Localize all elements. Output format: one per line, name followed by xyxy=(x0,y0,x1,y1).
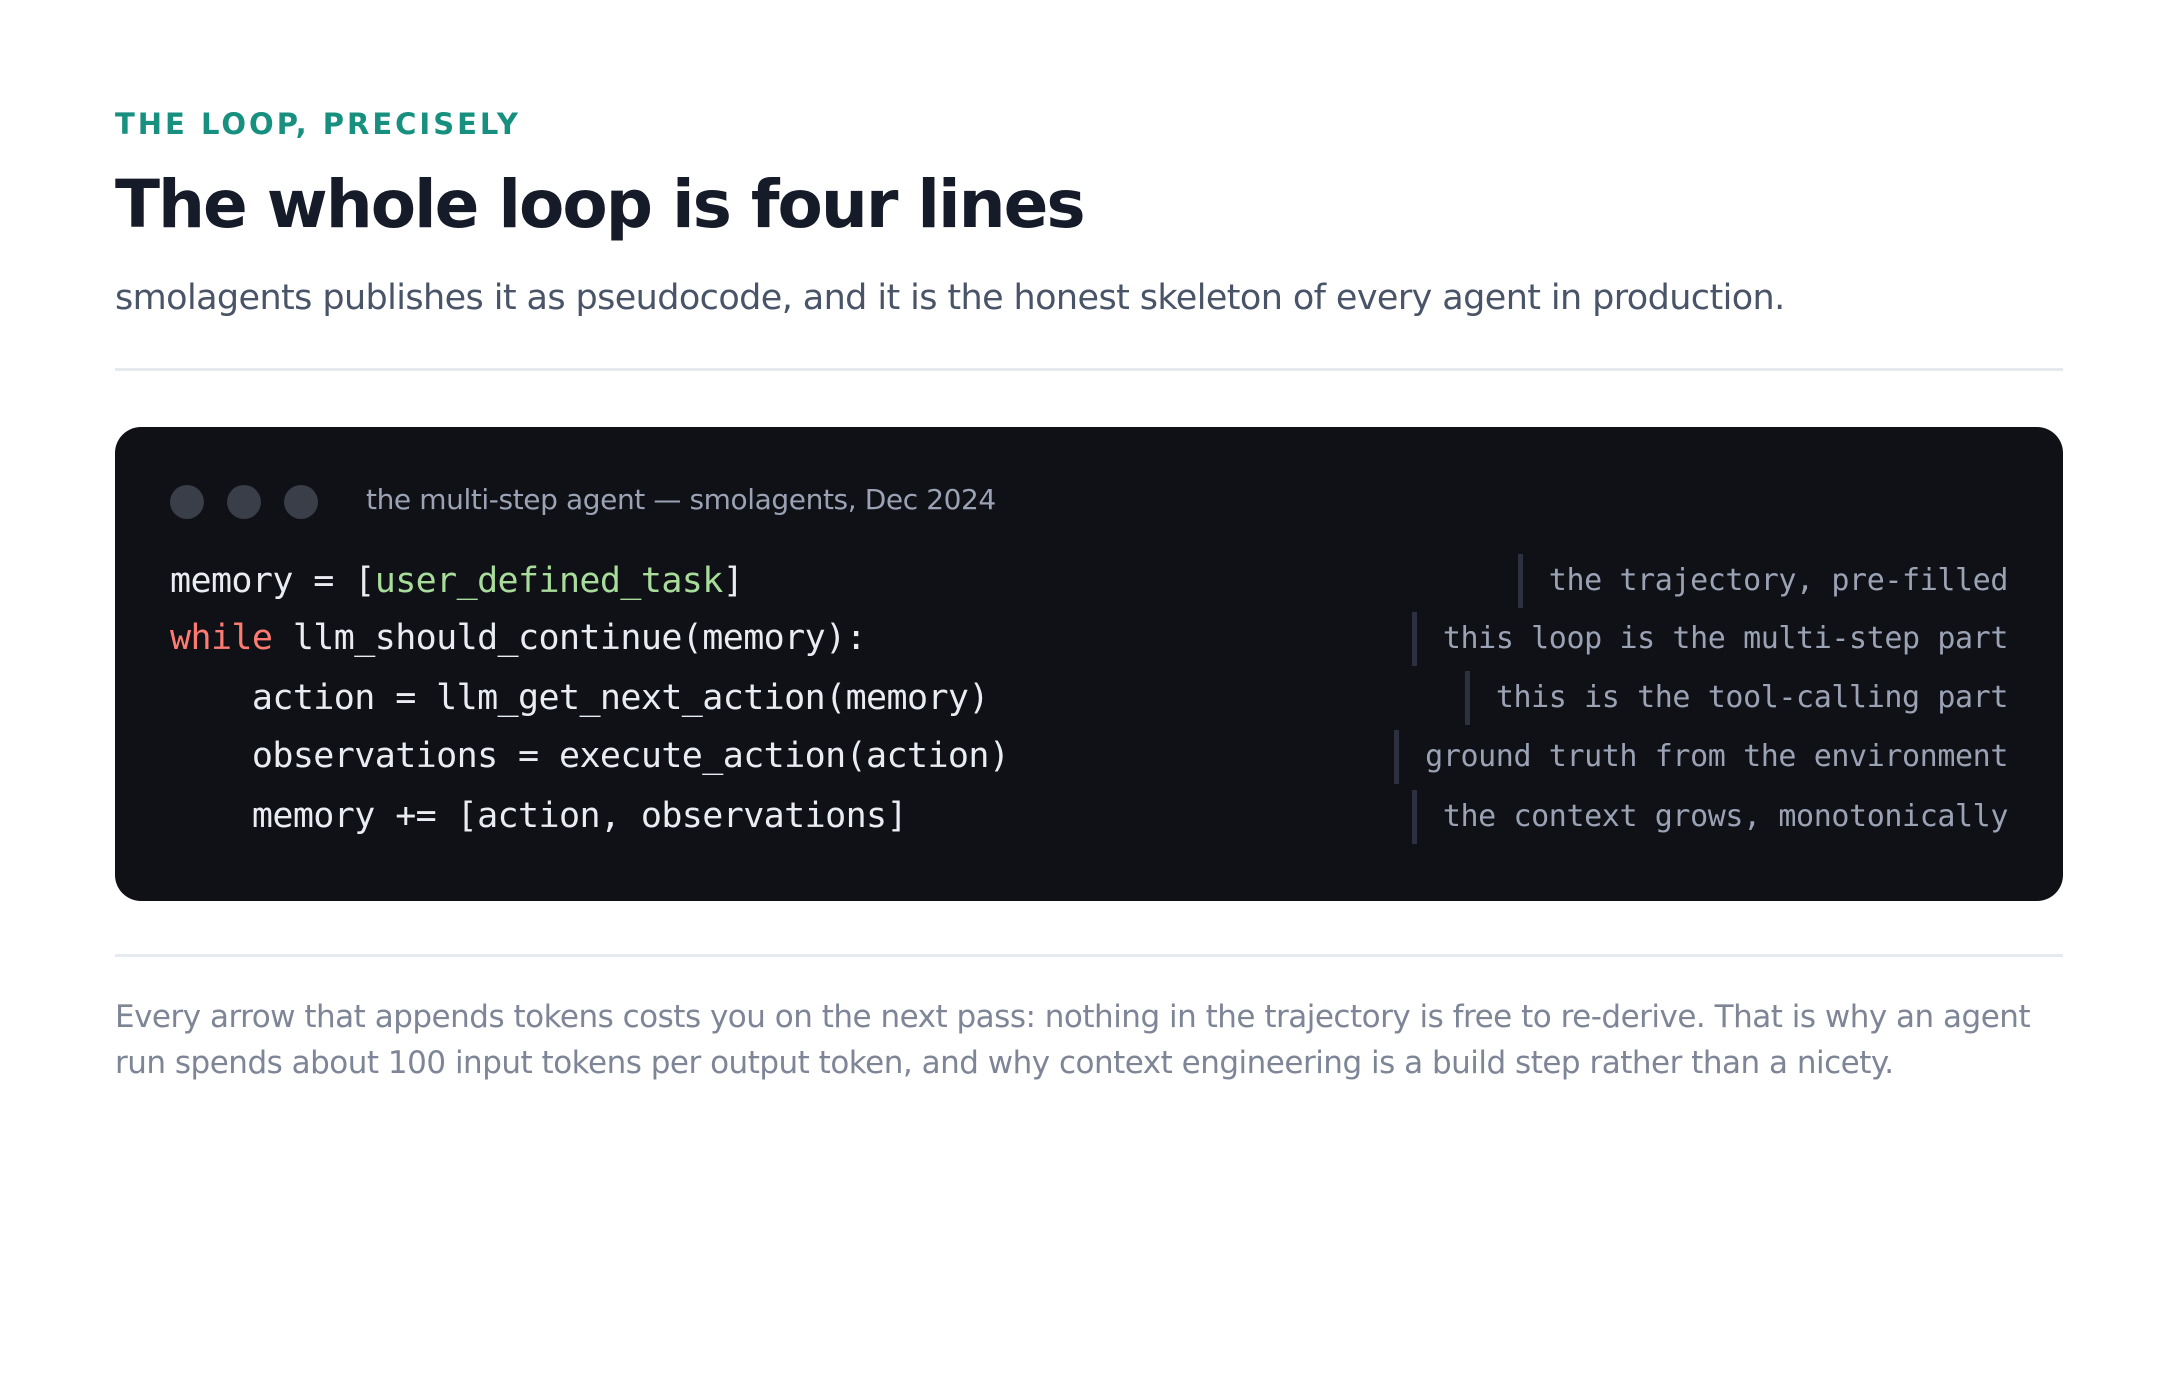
code-window-title: the multi-step agent — smolagents, Dec 2… xyxy=(366,483,996,516)
code-text: memory += [action, observations] xyxy=(251,796,908,836)
code-note-4: ground truth from the environment xyxy=(1394,730,2008,784)
code-line-3: action = llm_get_next_action(memory) xyxy=(170,678,990,718)
divider-bottom xyxy=(115,954,2063,957)
page-subtitle: smolagents publishes it as pseudocode, a… xyxy=(115,278,1785,318)
code-note-1: the trajectory, pre-filled xyxy=(1517,554,2008,608)
code-note-2: this loop is the multi-step part xyxy=(1411,612,2008,666)
footer-paragraph: Every arrow that appends tokens costs yo… xyxy=(115,999,2031,1081)
code-line-1: memory = [user_defined_task] xyxy=(170,561,744,601)
code-text: action = llm_get_next_action(memory) xyxy=(251,678,990,718)
divider-top xyxy=(115,368,2063,371)
section-eyebrow: THE LOOP, PRECISELY xyxy=(115,107,521,141)
window-dot-icon xyxy=(227,485,261,519)
code-note-3: this is the tool-calling part xyxy=(1464,671,2008,725)
code-line-4: observations = execute_action(action) xyxy=(170,736,1010,776)
code-text: llm_should_continue(memory): xyxy=(272,618,867,658)
code-line-2: while llm_should_continue(memory): xyxy=(170,618,867,658)
code-line-5: memory += [action, observations] xyxy=(170,796,908,836)
code-text: memory = [ xyxy=(170,561,375,601)
window-dot-icon xyxy=(170,485,204,519)
code-keyword: while xyxy=(170,618,273,658)
window-dot-icon xyxy=(284,485,318,519)
code-text: observations = execute_action(action) xyxy=(251,736,1010,776)
code-text: ] xyxy=(722,561,744,601)
page-title: The whole loop is four lines xyxy=(115,166,1086,243)
code-note-5: the context grows, monotonically xyxy=(1411,790,2008,844)
code-string: user_defined_task xyxy=(374,561,724,601)
